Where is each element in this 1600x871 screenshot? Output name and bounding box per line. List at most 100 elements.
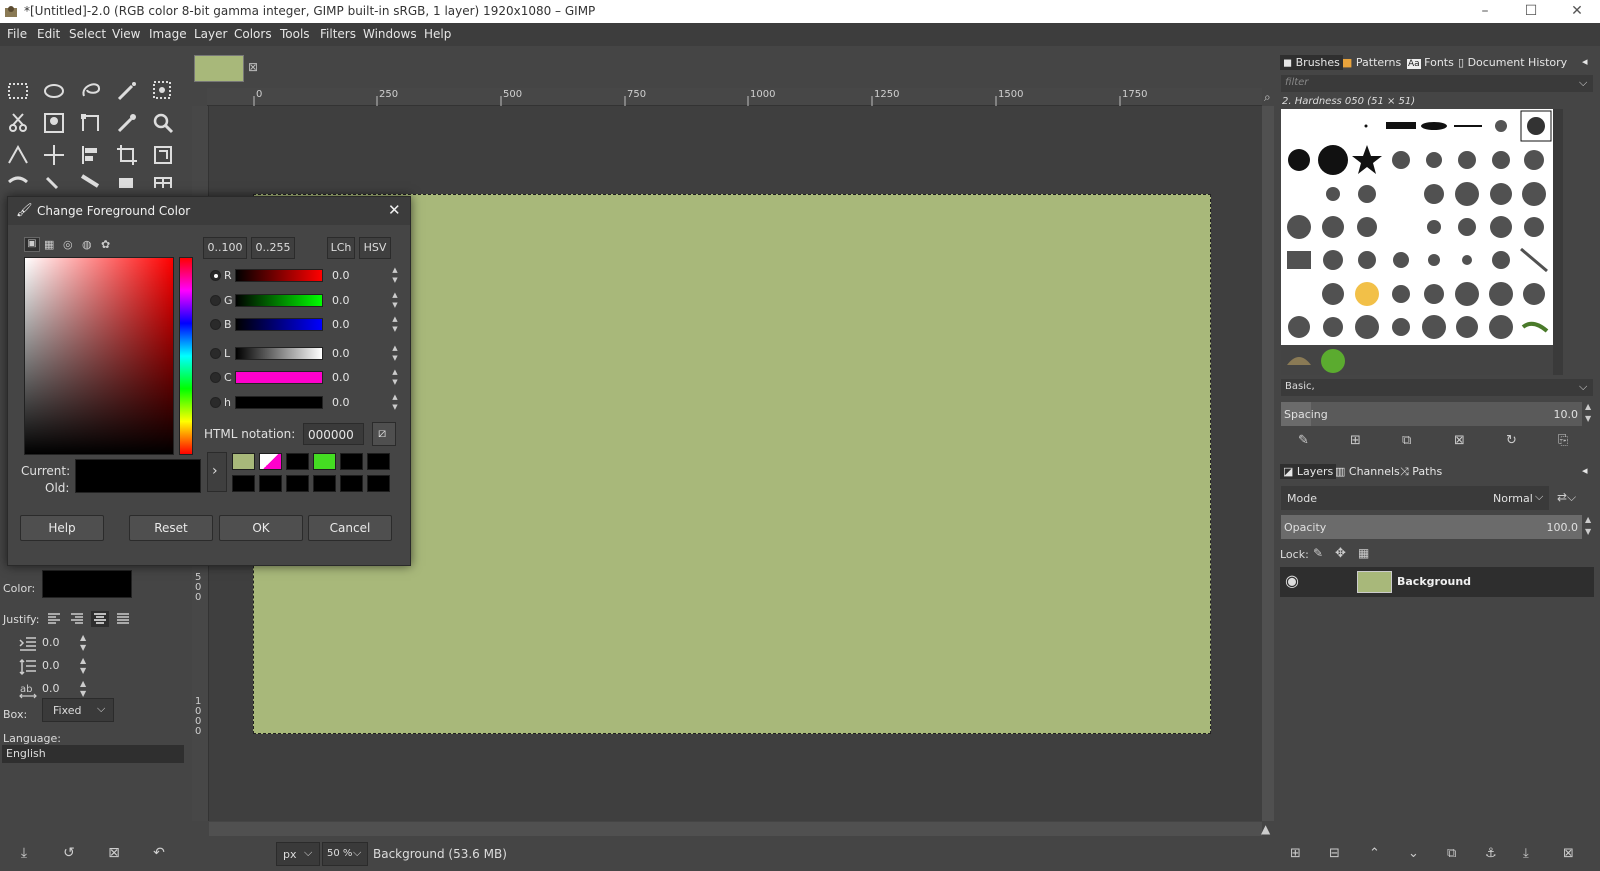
rect-select-tool-icon[interactable] — [5, 78, 31, 104]
triangle-selector-icon[interactable]: ◎ — [63, 238, 73, 251]
letter-spacing-spin-arrows-icon[interactable]: ▲ ▼ — [80, 679, 86, 699]
line-spacing-spin-arrows-icon[interactable]: ▲ ▼ — [80, 656, 86, 676]
channel-r-value[interactable]: 0.0 — [328, 267, 386, 285]
lasso-tool-icon[interactable] — [78, 78, 104, 104]
horizontal-scrollbar[interactable] — [209, 822, 1262, 836]
menu-image[interactable]: Image — [149, 27, 187, 41]
delete-tool-preset-icon[interactable]: ⊠ — [105, 845, 123, 863]
channel-g-spin-arrows-icon[interactable]: ▲ ▼ — [389, 290, 401, 312]
indent-spin-arrows-icon[interactable]: ▲ ▼ — [80, 633, 86, 653]
tab-layers[interactable]: ◪ Layers — [1280, 464, 1337, 479]
zoom-navigate-icon[interactable]: ⌕ — [1264, 90, 1271, 105]
brush-grid[interactable] — [1281, 109, 1553, 375]
reset-tool-options-icon[interactable]: ↶ — [150, 845, 168, 863]
channel-l-value[interactable]: 0.0 — [328, 345, 386, 363]
history-swatch[interactable] — [259, 453, 282, 470]
channel-h-value[interactable]: 0.0 — [328, 394, 386, 412]
history-swatch[interactable] — [313, 475, 336, 492]
merge-layer-icon[interactable]: ⤓ — [1523, 846, 1529, 861]
image-tab-thumbnail[interactable] — [194, 55, 244, 82]
unit-dropdown[interactable]: px ⌵ — [276, 842, 320, 866]
history-swatch[interactable] — [367, 453, 390, 470]
channel-l-radio[interactable] — [210, 348, 221, 359]
hsv-button[interactable]: HSV — [359, 237, 391, 259]
zoom-tool-icon[interactable] — [150, 110, 176, 136]
layer-mode-dropdown[interactable]: Mode Normal ⌵ — [1281, 486, 1549, 510]
history-swatch[interactable] — [259, 475, 282, 492]
tab-brushes[interactable]: ◼ Brushes — [1280, 55, 1343, 70]
save-tool-preset-icon[interactable]: ⤓ — [15, 845, 33, 863]
justify-fill-icon[interactable] — [115, 612, 131, 626]
justify-right-icon[interactable] — [69, 612, 85, 626]
close-window-button[interactable]: ✕ — [1554, 0, 1600, 23]
saturation-value-picker[interactable] — [24, 257, 174, 455]
channel-c-value[interactable]: 0.0 — [328, 369, 386, 387]
vertical-scrollbar[interactable] — [1262, 106, 1274, 821]
menu-colors[interactable]: Colors — [234, 27, 272, 41]
range-0-255-button[interactable]: 0..255 — [251, 237, 295, 259]
menu-windows[interactable]: Windows — [363, 27, 417, 41]
move-tool-icon[interactable] — [41, 142, 67, 168]
tab-document-history[interactable]: ▯ Document History — [1458, 56, 1567, 69]
ok-button[interactable]: OK — [219, 515, 303, 541]
color-picker-tool-icon[interactable] — [114, 110, 140, 136]
channel-c-radio[interactable] — [210, 372, 221, 383]
box-mode-dropdown[interactable]: Fixed ⌵ — [42, 698, 114, 722]
minimize-button[interactable]: – — [1462, 0, 1508, 23]
tab-channels[interactable]: ▥ Channels — [1335, 465, 1400, 478]
menu-layer[interactable]: Layer — [194, 27, 227, 41]
select-by-color-tool-icon[interactable] — [150, 78, 176, 104]
crop-tool-icon[interactable] — [114, 142, 140, 168]
eye-visibility-icon[interactable]: ◉ — [1285, 571, 1299, 590]
configure-tab-icon[interactable]: ◂ — [1582, 464, 1588, 477]
text-color-button[interactable] — [42, 570, 132, 598]
restore-tool-preset-icon[interactable]: ↺ — [60, 845, 78, 863]
menu-help[interactable]: Help — [424, 27, 451, 41]
fuzzy-select-tool-icon[interactable] — [114, 78, 140, 104]
watercolor-selector-icon[interactable]: ◍ — [82, 238, 92, 251]
channel-r-slider[interactable] — [235, 269, 323, 282]
channel-g-slider[interactable] — [235, 294, 323, 307]
cmyk-selector-icon[interactable]: ▦ — [44, 238, 54, 251]
lower-layer-icon[interactable]: ⌄ — [1408, 846, 1419, 861]
duplicate-brush-icon[interactable]: ⧉ — [1402, 433, 1411, 448]
help-button[interactable]: Help — [20, 515, 104, 541]
spacing-spin-arrows-icon[interactable]: ▲ ▼ — [1585, 401, 1591, 425]
channel-r-radio[interactable] — [210, 270, 221, 281]
duplicate-layer-icon[interactable]: ⧉ — [1447, 846, 1456, 861]
hue-strip[interactable] — [179, 257, 193, 455]
new-brush-icon[interactable]: ⊞ — [1350, 433, 1361, 448]
menu-tools[interactable]: Tools — [280, 27, 310, 41]
menu-select[interactable]: Select — [69, 27, 106, 41]
scissors-tool-icon[interactable] — [5, 110, 31, 136]
menu-edit[interactable]: Edit — [37, 27, 60, 41]
paths-tool-icon[interactable] — [78, 110, 104, 136]
lch-button[interactable]: LCh — [327, 237, 355, 259]
close-image-tab-icon[interactable]: ⊠ — [248, 60, 258, 74]
warp-transform-tool-icon[interactable] — [5, 172, 31, 198]
open-brush-as-image-icon[interactable]: ⎘ — [1558, 433, 1568, 448]
measure-tool-icon[interactable] — [5, 142, 31, 168]
color-picker-button[interactable]: ⧄ — [372, 422, 396, 446]
ellipse-select-tool-icon[interactable] — [41, 78, 67, 104]
gimp-selector-icon[interactable]: ▣ — [24, 237, 40, 252]
paint-bucket-tool-icon[interactable] — [41, 172, 67, 198]
history-swatch[interactable] — [286, 453, 309, 470]
zoom-dropdown[interactable]: 50 % ⌵ — [322, 842, 368, 866]
history-swatch[interactable] — [340, 475, 363, 492]
add-to-history-button[interactable]: › — [207, 452, 227, 492]
reset-button[interactable]: Reset — [129, 515, 213, 541]
channel-l-slider[interactable] — [235, 347, 323, 360]
brush-preset-dropdown[interactable]: Basic, ⌵ — [1281, 379, 1593, 396]
channel-c-spin-arrows-icon[interactable]: ▲ ▼ — [389, 367, 401, 389]
layer-row[interactable]: ◉ Background — [1280, 567, 1594, 597]
paintbrush-tool-icon[interactable] — [114, 172, 140, 198]
channel-c-slider[interactable] — [235, 371, 323, 384]
history-swatch[interactable] — [232, 475, 255, 492]
history-swatch[interactable] — [286, 475, 309, 492]
raise-layer-icon[interactable]: ⌃ — [1369, 846, 1380, 861]
tab-patterns[interactable]: ■ Patterns — [1342, 56, 1401, 69]
cancel-button[interactable]: Cancel — [308, 515, 392, 541]
tab-paths[interactable]: ⤨ Paths — [1400, 465, 1442, 479]
align-tool-icon[interactable] — [78, 142, 104, 168]
